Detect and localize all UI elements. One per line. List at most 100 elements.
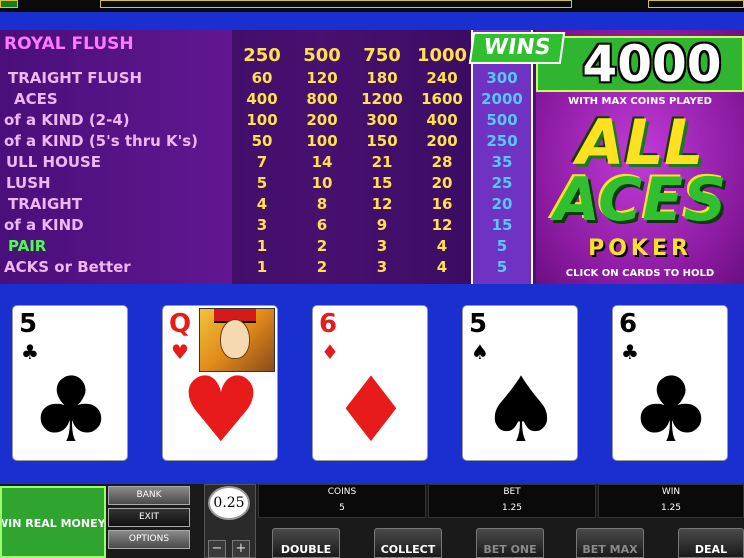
payout-cell: 60 <box>251 69 273 87</box>
hand-name-flush: LUSH <box>6 174 51 192</box>
payout-cell: 5 <box>496 237 508 255</box>
payout-cell: 6 <box>316 216 328 234</box>
hand-name-full-house: ULL HOUSE <box>6 153 102 171</box>
hand-name-four-kind-5-k: of a KIND (5's thru K's) <box>4 132 199 150</box>
card-rank: Q <box>169 309 192 339</box>
payout-cell: 14 <box>311 153 333 171</box>
payout-cell: 500 <box>486 111 518 129</box>
top-tab-left <box>0 0 18 8</box>
payout-cell: 15 <box>371 174 393 192</box>
payout-cell: 500 <box>303 45 341 66</box>
heart-icon: ♥ <box>180 358 262 461</box>
payout-cell: 5 <box>256 174 268 192</box>
payout-cell: 35 <box>491 153 513 171</box>
diamond-icon: ♦ <box>330 358 412 461</box>
payout-cell: 1000 <box>416 45 468 66</box>
coins-value: 5 <box>339 503 345 513</box>
hold-hint: CLICK ON CARDS TO HOLD <box>565 268 715 279</box>
payout-cell: 180 <box>366 69 398 87</box>
payout-cell: 200 <box>306 111 338 129</box>
payout-cell: 4 <box>436 237 448 255</box>
paytable-hand-names: ROYAL FLUSH TRAIGHT FLUSH ACES of a KIND… <box>0 30 234 284</box>
options-button[interactable]: OPTIONS <box>108 530 190 549</box>
deal-button[interactable]: DEAL <box>678 528 744 558</box>
hand-name-three-kind: of a KIND <box>4 216 84 234</box>
bet-max-button[interactable]: BET MAX <box>576 528 644 558</box>
wins-label: WINS <box>468 32 566 64</box>
payout-cell: 2 <box>316 237 328 255</box>
card-rank: 6 <box>319 309 338 339</box>
payout-cell: 2 <box>316 258 328 276</box>
card-rank: 6 <box>619 309 638 339</box>
payout-cell: 100 <box>306 132 338 150</box>
win-display: WIN 1.25 <box>598 484 744 518</box>
coins-label: COINS <box>327 487 357 497</box>
payout-cell: 3 <box>376 258 388 276</box>
win-real-money-button[interactable]: WIN REAL MONEY <box>0 486 106 558</box>
wins-value: 4000 <box>582 35 722 93</box>
hand-name-four-aces: ACES <box>14 90 58 108</box>
payout-cell: 400 <box>426 111 458 129</box>
payout-cell: 800 <box>306 90 338 108</box>
hand-name-royal-flush: ROYAL FLUSH <box>4 34 134 54</box>
hand-name-straight-flush: TRAIGHT FLUSH <box>8 69 143 87</box>
coin-decrease-button[interactable]: − <box>208 540 226 558</box>
card-4[interactable]: 5 ♠ ♠ <box>462 305 578 461</box>
paytable-column-4-coins: 1000 240 1600 400 200 28 20 16 12 4 4 <box>412 30 472 284</box>
coin-increase-button[interactable]: + <box>232 540 250 558</box>
payout-cell: 100 <box>246 111 278 129</box>
payout-cell: 20 <box>431 174 453 192</box>
card-3[interactable]: 6 ♦ ♦ <box>312 305 428 461</box>
payout-cell: 7 <box>256 153 268 171</box>
bet-one-button[interactable]: BET ONE <box>476 528 544 558</box>
hand-name-two-pair: PAIR <box>8 237 47 255</box>
payout-cell: 50 <box>251 132 273 150</box>
payout-cell: 4 <box>436 258 448 276</box>
paytable-column-3-coins: 750 180 1200 300 150 21 15 12 9 3 3 <box>352 30 412 284</box>
coins-display: COINS 5 <box>258 484 426 518</box>
card-5[interactable]: 6 ♣ ♣ <box>612 305 728 461</box>
payout-cell: 300 <box>366 111 398 129</box>
payout-cell: 1600 <box>421 90 463 108</box>
payout-cell: 25 <box>491 174 513 192</box>
top-tab-right <box>648 0 744 8</box>
payout-cell: 1 <box>256 237 268 255</box>
payout-cell: 5 <box>496 258 508 276</box>
payout-cell: 300 <box>486 69 518 87</box>
bank-button[interactable]: BANK <box>108 486 190 505</box>
payout-cell: 250 <box>486 132 518 150</box>
spade-icon: ♠ <box>480 358 562 461</box>
queen-face <box>220 319 250 359</box>
logo-title-aces: ACES <box>553 165 727 235</box>
payout-cell: 12 <box>371 195 393 213</box>
double-button[interactable]: DOUBLE <box>272 528 340 558</box>
payout-cell: 15 <box>491 216 513 234</box>
club-icon: ♣ <box>630 358 712 461</box>
paytable-column-5-coins-active: 300 2000 500 250 35 25 20 15 5 5 <box>471 30 533 284</box>
hand-name-straight: TRAIGHT <box>8 195 83 213</box>
exit-button[interactable]: EXIT <box>108 508 190 527</box>
payout-cell: 28 <box>431 153 453 171</box>
card-1[interactable]: 5 ♣ ♣ <box>12 305 128 461</box>
payout-cell: 1 <box>256 258 268 276</box>
payout-cell: 9 <box>376 216 388 234</box>
win-label: WIN <box>661 487 681 497</box>
top-tab-middle <box>100 0 572 8</box>
payout-cell: 3 <box>256 216 268 234</box>
card-rank: 5 <box>469 309 488 339</box>
top-strip <box>0 0 744 12</box>
hand-name-four-kind-2-4: of a KIND (2-4) <box>4 111 130 129</box>
payout-cell: 200 <box>426 132 458 150</box>
bet-display: BET 1.25 <box>428 484 596 518</box>
payout-cell: 8 <box>316 195 328 213</box>
payout-cell: 2000 <box>481 90 523 108</box>
bet-label: BET <box>503 487 521 497</box>
payout-cell: 4 <box>256 195 268 213</box>
payout-cell: 1200 <box>361 90 403 108</box>
payout-cell: 240 <box>426 69 458 87</box>
collect-button[interactable]: COLLECT <box>374 528 442 558</box>
payout-cell: 21 <box>371 153 393 171</box>
card-2[interactable]: Q ♥ ♥ <box>162 305 278 461</box>
club-icon: ♣ <box>30 358 112 461</box>
hand-name-jacks-or-better: ACKS or Better <box>4 258 131 276</box>
